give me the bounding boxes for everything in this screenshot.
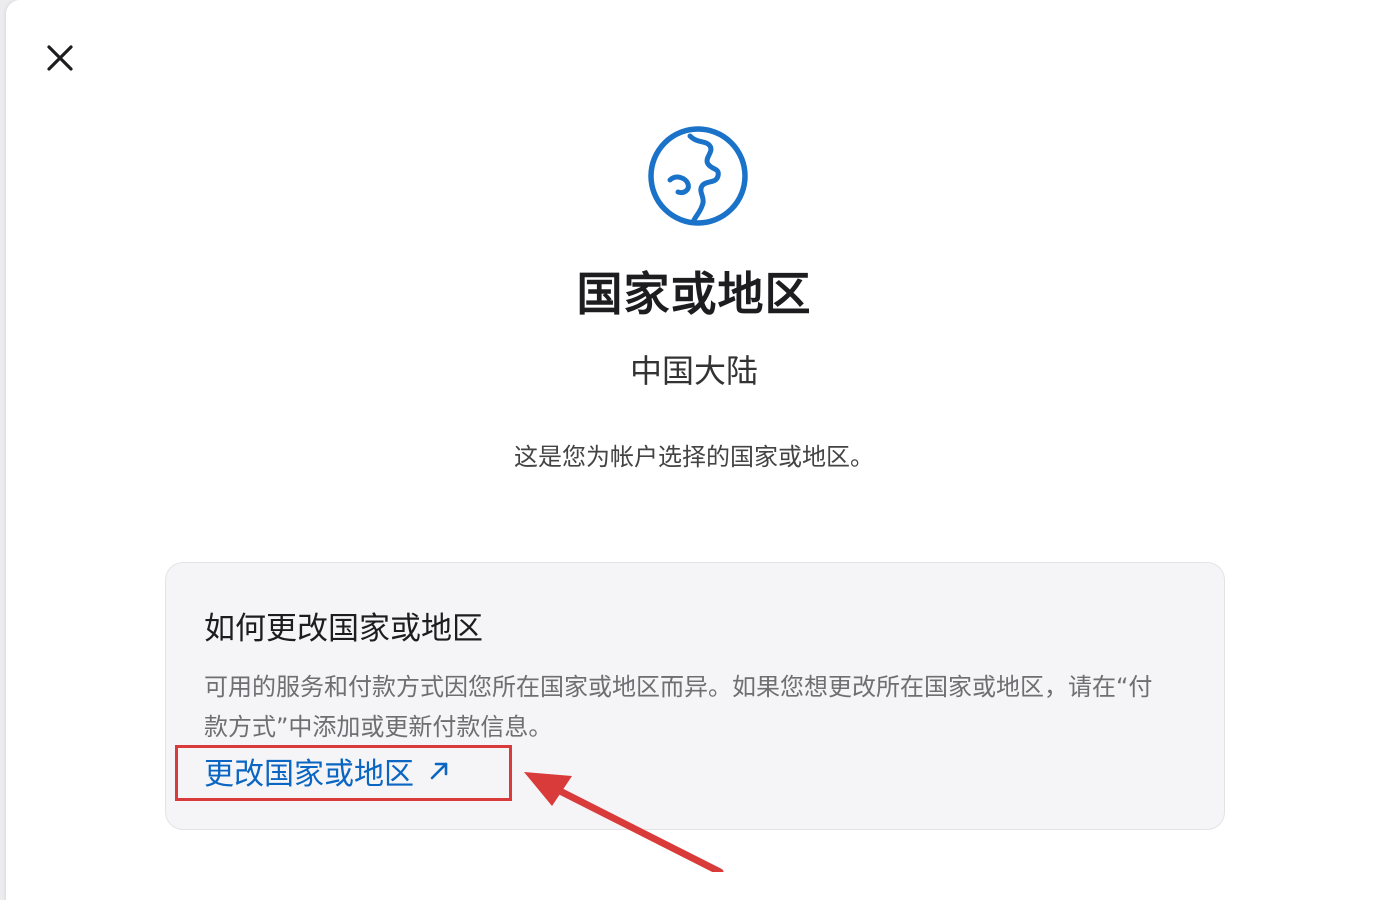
change-country-link[interactable]: 更改国家或地区: [204, 749, 450, 793]
page-title: 国家或地区: [576, 267, 812, 321]
external-arrow-icon: [430, 762, 448, 780]
selected-country: 中国大陆: [629, 352, 758, 390]
close-button[interactable]: [42, 40, 78, 76]
country-description: 这是您为帐户选择的国家或地区。: [514, 443, 874, 471]
change-country-help-card: 如何更改国家或地区 可用的服务和付款方式因您所在国家或地区而异。如果您想更改所在…: [165, 562, 1225, 830]
change-country-link-label: 更改国家或地区: [204, 757, 414, 792]
help-card-body: 可用的服务和付款方式因您所在国家或地区而异。如果您想更改所在国家或地区，请在“付…: [204, 673, 1153, 741]
globe-icon: [648, 126, 748, 226]
help-card-title: 如何更改国家或地区: [204, 611, 483, 647]
close-icon: [47, 45, 73, 71]
